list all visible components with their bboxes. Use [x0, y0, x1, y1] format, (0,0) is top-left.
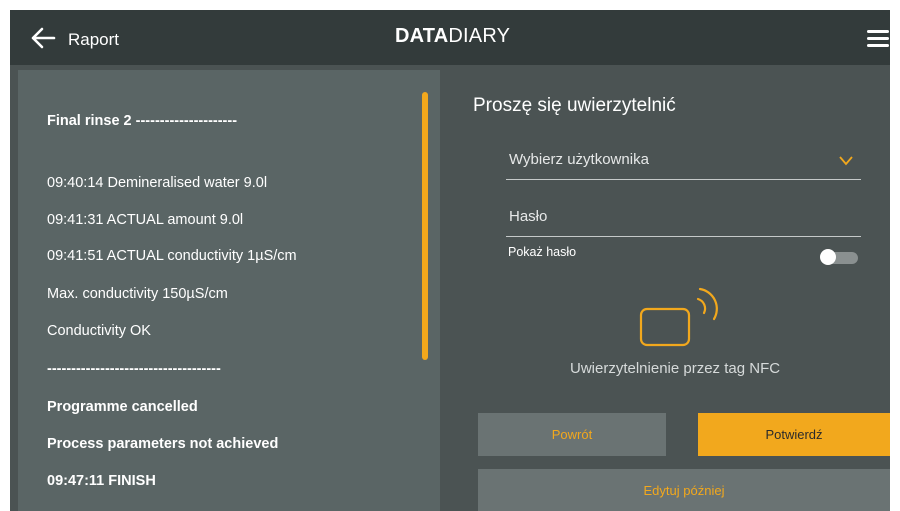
show-password-toggle[interactable] — [820, 249, 858, 265]
window-frame-top — [0, 0, 900, 10]
user-select-value: Wybierz użytkownika — [509, 151, 649, 168]
back-button[interactable]: Powrót — [478, 413, 666, 456]
auth-title: Proszę się uwierzytelnić — [473, 95, 676, 116]
report-line: Programme cancelled — [47, 399, 198, 415]
report-line: ------------------------------------ — [47, 361, 221, 377]
password-label: Hasło — [509, 208, 548, 225]
report-line: 09:40:14 Demineralised water 9.0l — [47, 175, 268, 191]
window-frame-right — [890, 0, 900, 511]
hamburger-menu-icon[interactable] — [867, 30, 889, 48]
nfc-card-icon — [639, 287, 718, 347]
report-panel: Final rinse 2 --------------------- 09:4… — [18, 70, 440, 511]
brand-logo: DATADIARY — [395, 25, 511, 47]
chevron-down-icon — [839, 156, 853, 166]
report-line: Final rinse 2 --------------------- — [47, 113, 238, 129]
show-password-label: Pokaż hasło — [508, 245, 577, 259]
report-scrollbar[interactable] — [422, 92, 428, 360]
report-line: 09:47:11 FINISH — [47, 473, 156, 489]
report-line: 09:41:51 ACTUAL conductivity 1µS/cm — [47, 248, 297, 264]
report-line: Process parameters not achieved — [47, 436, 279, 452]
user-select[interactable]: Wybierz użytkownika — [506, 145, 861, 180]
back-arrow-icon[interactable] — [30, 26, 56, 50]
password-field[interactable]: Hasło — [506, 202, 861, 237]
back-label[interactable]: Raport — [68, 30, 119, 50]
top-bar: Raport DATADIARY — [10, 10, 890, 65]
edit-later-button[interactable]: Edytuj później — [478, 469, 890, 511]
report-line: 09:41:31 ACTUAL amount 9.0l — [47, 212, 244, 228]
report-line: Conductivity OK — [47, 323, 151, 339]
nfc-auth-text: Uwierzytelnienie przez tag NFC — [570, 360, 781, 377]
report-line: Max. conductivity 150µS/cm — [47, 286, 228, 302]
confirm-button[interactable]: Potwierdź — [698, 413, 890, 456]
window-frame-left — [0, 0, 10, 511]
